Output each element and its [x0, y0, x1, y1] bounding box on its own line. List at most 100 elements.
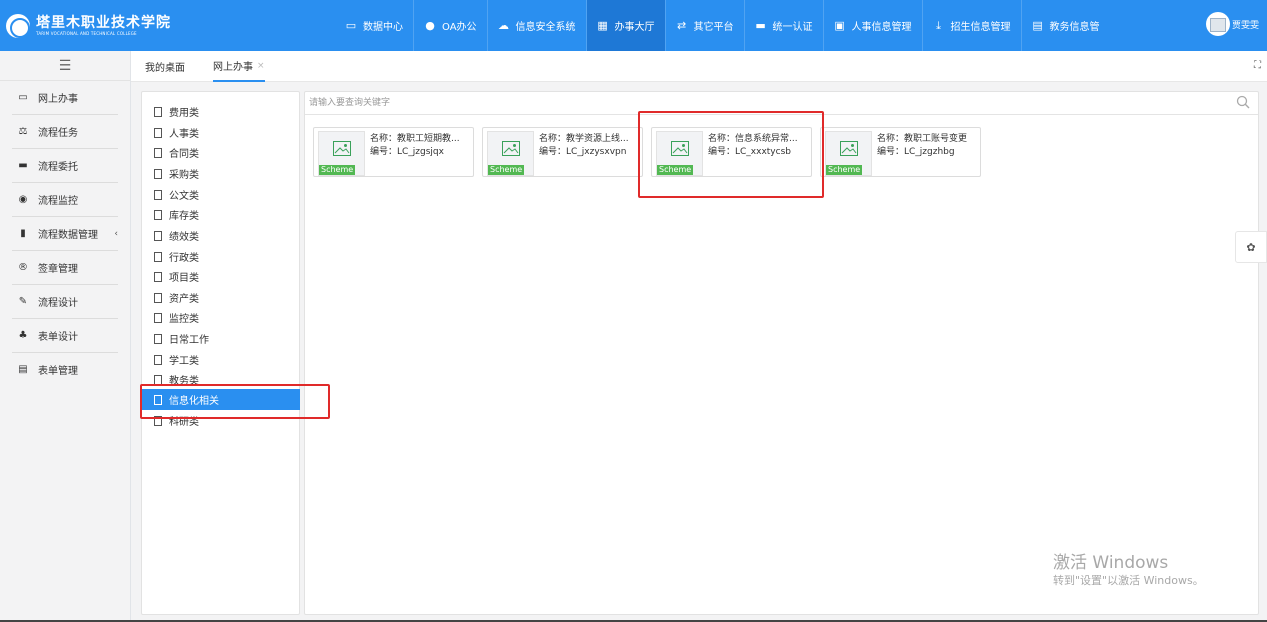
highlight-box-category: [140, 384, 330, 419]
category-item[interactable]: 监控类: [142, 307, 300, 328]
nav-item-4[interactable]: ⇄ 其它平台: [666, 0, 744, 51]
card-code: 编号：LC_jzgzhbg: [877, 147, 955, 157]
nav-item-1[interactable]: ● OA办公: [414, 0, 487, 51]
document-icon: [154, 333, 162, 344]
sidebar-item-6[interactable]: ✎ 流程设计: [0, 285, 130, 318]
tab-label: 我的桌面: [145, 63, 185, 74]
sidebar-item-label: 流程设计: [38, 298, 78, 309]
process-card[interactable]: Scheme 名称：教学资源上线... 编号：LC_jxzysxvpn: [482, 127, 643, 177]
cloud-icon: ☁: [498, 19, 510, 32]
sidebar-item-8[interactable]: ▤ 表单管理: [0, 353, 130, 386]
sidebar-item-3[interactable]: ◉ 流程监控: [0, 183, 130, 216]
edit-icon: ✎: [18, 296, 28, 307]
process-card[interactable]: Scheme 名称：教职工短期教... 编号：LC_jzgsjqx: [313, 127, 474, 177]
sidebar-item-label: 签章管理: [38, 264, 78, 275]
category-label: 费用类: [169, 108, 199, 119]
user-menu[interactable]: 贾雯雯: [1205, 12, 1259, 36]
nav-item-3[interactable]: ▦ 办事大厅: [586, 0, 665, 51]
book-icon: ▮: [20, 228, 26, 239]
tab-my-desktop[interactable]: 我的桌面: [145, 51, 185, 82]
globe-icon: ●: [425, 19, 435, 32]
nav-item-label: 其它平台: [693, 22, 734, 33]
category-item[interactable]: 项目类: [142, 266, 300, 287]
category-item[interactable]: 库存类: [142, 204, 300, 225]
tab-label: 网上办事: [213, 62, 253, 73]
settings-gear-icon[interactable]: ✿: [1235, 231, 1267, 263]
category-label: 绩效类: [169, 232, 199, 243]
category-item[interactable]: 学工类: [142, 349, 300, 370]
nav-item-7[interactable]: ⤓ 招生信息管理: [923, 0, 1021, 51]
document-icon: [154, 354, 162, 365]
sidebar-item-7[interactable]: ♣ 表单设计: [0, 319, 130, 352]
card-name: 名称：教职工短期教...: [370, 134, 460, 144]
category-item[interactable]: 日常工作: [142, 328, 300, 349]
nav-item-label: 信息安全系统: [515, 22, 576, 33]
watermark-title: 激活 Windows: [1053, 553, 1169, 573]
sidebar-item-label: 表单设计: [38, 332, 78, 343]
window-icon: ▭: [18, 92, 28, 103]
sidebar-item-5[interactable]: ® 签章管理: [0, 251, 130, 284]
document-icon: [154, 292, 162, 303]
card-info: 名称：教职工账号变更 编号：LC_jzgzhbg: [877, 133, 979, 159]
menu-toggle-icon[interactable]: ☰: [0, 51, 130, 81]
document-icon: [154, 147, 162, 158]
sidebar-item-label: 流程监控: [38, 196, 78, 207]
windows-activation-watermark: 激活 Windows 转到"设置"以激活 Windows。: [1053, 553, 1204, 588]
tab-online-service[interactable]: 网上办事 ×: [213, 51, 265, 82]
category-label: 资产类: [169, 294, 199, 305]
category-item[interactable]: 合同类: [142, 142, 300, 163]
sidebar-item-0[interactable]: ▭ 网上办事: [0, 81, 130, 114]
sidebar: ☰ ▭ 网上办事 ⚖ 流程任务 ▬ 流程委托 ◉ 流程监控 ▮ 流程数据管理 ‹ ® 签章管理 ✎ 流程设计…: [0, 51, 131, 622]
nav-item-0[interactable]: ▭ 数据中心: [335, 0, 413, 51]
document-icon: [154, 127, 162, 138]
sidebar-item-4[interactable]: ▮ 流程数据管理 ‹: [0, 217, 130, 250]
nav-item-6[interactable]: ▣ 人事信息管理: [824, 0, 922, 51]
keyboard-icon: ▬: [755, 19, 766, 32]
document-icon: [154, 168, 162, 179]
scheme-badge: Scheme: [319, 165, 356, 175]
fullscreen-icon[interactable]: ⛶: [1254, 60, 1261, 71]
category-label: 监控类: [169, 314, 199, 325]
category-panel: 费用类人事类合同类采购类公文类 库存类绩效类行政类 项目类资产类监控类日常工作 学工类…: [141, 91, 300, 615]
monitor-icon: ▭: [345, 19, 357, 32]
top-header: 塔里木职业技术学院 TARIM VOCATIONAL AND TECHNICAL…: [0, 0, 1267, 51]
category-item[interactable]: 公文类: [142, 184, 300, 205]
category-item[interactable]: 绩效类: [142, 225, 300, 246]
registered-icon: ®: [18, 262, 28, 273]
sidebar-menu: ▭ 网上办事 ⚖ 流程任务 ▬ 流程委托 ◉ 流程监控 ▮ 流程数据管理 ‹ ® 签章管理 ✎ 流程设计 ♣ 表…: [0, 81, 130, 386]
nav-item-8[interactable]: ▤ 教务信息管: [1022, 0, 1110, 51]
category-item[interactable]: 费用类: [142, 101, 300, 122]
sidebar-item-2[interactable]: ▬ 流程委托: [0, 149, 130, 182]
nav-item-2[interactable]: ☁ 信息安全系统: [488, 0, 586, 51]
card-thumbnail: Scheme: [487, 131, 534, 176]
process-card[interactable]: Scheme 名称：教职工账号变更 编号：LC_jzgzhbg: [820, 127, 981, 177]
list-icon: ▤: [18, 364, 28, 375]
sitemap-icon: ♣: [18, 330, 28, 341]
card-thumbnail: Scheme: [825, 131, 872, 176]
close-icon[interactable]: ×: [257, 61, 265, 71]
document-icon: [154, 312, 162, 323]
nav-item-label: 招生信息管理: [950, 22, 1011, 33]
college-name: 塔里木职业技术学院: [36, 15, 171, 31]
nav-item-label: OA办公: [442, 22, 477, 33]
nav-item-5[interactable]: ▬ 统一认证: [745, 0, 823, 51]
sidebar-item-1[interactable]: ⚖ 流程任务: [0, 115, 130, 148]
search-icon[interactable]: [1236, 95, 1250, 109]
keyboard-icon: ▬: [18, 160, 28, 171]
sidebar-item-label: 表单管理: [38, 366, 78, 377]
top-nav: ▭ 数据中心 ● OA办公 ☁ 信息安全系统 ▦ 办事大厅 ⇄ 其它平台 ▬ 统一认证 ▣ 人事信息管理 ⤓…: [335, 0, 1110, 51]
document-icon: [154, 189, 162, 200]
category-item[interactable]: 人事类: [142, 122, 300, 143]
category-label: 人事类: [169, 129, 199, 140]
category-item[interactable]: 行政类: [142, 246, 300, 267]
document-icon: [154, 106, 162, 117]
category-label: 采购类: [169, 170, 199, 181]
college-logo[interactable]: 塔里木职业技术学院 TARIM VOCATIONAL AND TECHNICAL…: [6, 12, 171, 40]
category-item[interactable]: 采购类: [142, 163, 300, 184]
user-name: 贾雯雯: [1231, 20, 1259, 31]
category-label: 合同类: [169, 149, 199, 160]
document-icon: [154, 271, 162, 282]
nav-item-label: 办事大厅: [614, 22, 655, 33]
search-input[interactable]: [309, 94, 1229, 112]
category-item[interactable]: 资产类: [142, 287, 300, 308]
